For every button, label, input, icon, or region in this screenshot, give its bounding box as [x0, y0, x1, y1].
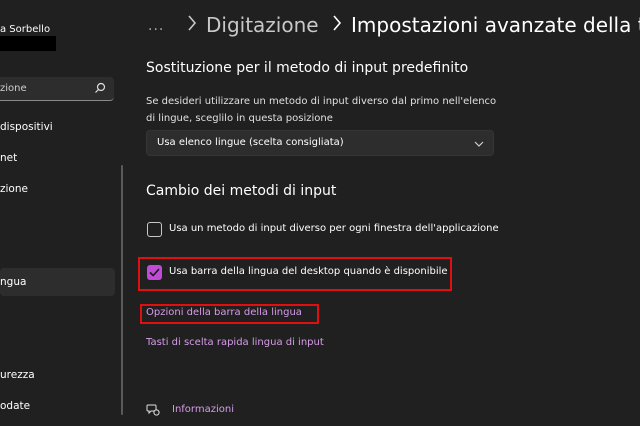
search-input-text: zione: [0, 83, 27, 94]
sidebar-item-label: odate: [0, 400, 31, 412]
sidebar-item-net[interactable]: net: [0, 144, 115, 172]
sidebar-item-update[interactable]: odate: [0, 392, 115, 420]
search-input[interactable]: zione: [0, 77, 114, 101]
account-name: a Sorbello: [0, 24, 51, 35]
more-icon[interactable]: ···: [148, 22, 164, 38]
sidebar-item-label: ngua: [0, 276, 27, 288]
section-title-default-input: Sostituzione per il metodo di input pred…: [146, 60, 469, 76]
chevron-down-icon: [474, 141, 484, 147]
section-title-switching: Cambio dei metodi di input: [146, 183, 337, 199]
section-description: Se desideri utilizzare un metodo di inpu…: [146, 96, 497, 124]
page-title: Impostazioni avanzate della ta: [351, 13, 640, 37]
chevron-right-icon: [333, 15, 342, 31]
sidebar-item-dispositivi[interactable]: dispositivi: [0, 113, 115, 141]
search-icon[interactable]: [94, 82, 106, 94]
account-redaction-bar: [0, 36, 56, 51]
sidebar-item-label: net: [0, 152, 18, 164]
help-icon: [146, 404, 160, 416]
language-bar-options-link[interactable]: Opzioni della barra della lingua: [146, 307, 302, 318]
sidebar-item-lingua[interactable]: ngua: [0, 268, 115, 296]
input-method-dropdown[interactable]: Usa elenco lingue (scelta consigliata): [146, 130, 494, 156]
per-window-input-checkbox[interactable]: [147, 222, 162, 237]
checkmark-icon: [149, 268, 160, 277]
desktop-language-bar-checkbox[interactable]: [147, 265, 162, 280]
chevron-right-icon: [188, 15, 197, 31]
dropdown-value: Usa elenco lingue (scelta consigliata): [157, 137, 344, 148]
sidebar-item-sicurezza[interactable]: urezza: [0, 361, 115, 389]
desktop-language-bar-label[interactable]: Usa barra della lingua del desktop quand…: [169, 266, 448, 277]
sidebar-item-label: urezza: [0, 369, 35, 381]
sidebar-item-label: zione: [0, 183, 28, 195]
sidebar-scrollbar[interactable]: [121, 165, 123, 415]
informazioni-link[interactable]: Informazioni: [172, 404, 234, 415]
per-window-input-label[interactable]: Usa un metodo di input diverso per ogni …: [169, 223, 499, 234]
sidebar-item-zione[interactable]: zione: [0, 175, 115, 203]
input-hotkeys-link[interactable]: Tasti di scelta rapida lingua di input: [146, 337, 324, 348]
breadcrumb-digitazione[interactable]: Digitazione: [206, 13, 319, 37]
settings-window: a Sorbello zione dispositivi net zione n…: [0, 0, 640, 426]
sidebar-item-label: dispositivi: [0, 121, 53, 133]
sidebar: a Sorbello zione dispositivi net zione n…: [0, 0, 130, 426]
